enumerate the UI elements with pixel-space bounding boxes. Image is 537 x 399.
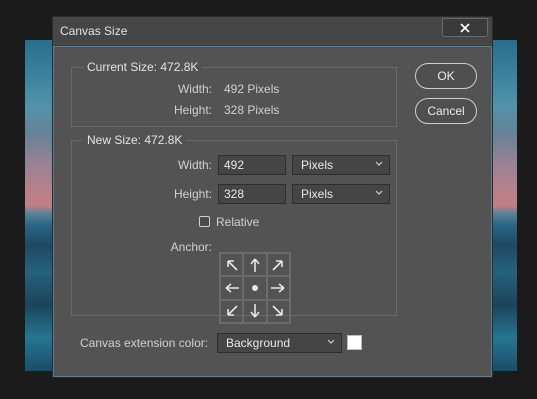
current-size-legend: Current Size: 472.8K	[83, 60, 203, 74]
chevron-down-icon	[375, 161, 383, 166]
current-width-label: Width:	[177, 82, 212, 96]
ok-button[interactable]: OK	[415, 63, 477, 89]
arrow-down-left-icon	[226, 305, 238, 317]
height-unit-select[interactable]: Pixels	[292, 184, 390, 204]
anchor-grid	[219, 252, 291, 324]
relative-label[interactable]: Relative	[216, 215, 259, 229]
close-button[interactable]	[442, 18, 488, 37]
current-width-value: 492 Pixels	[224, 82, 280, 96]
relative-checkbox[interactable]	[199, 216, 210, 227]
current-size-group: Current Size: 472.8K Width: 492 Pixels H…	[71, 60, 397, 127]
dialog-content: Current Size: 472.8K Width: 492 Pixels H…	[53, 45, 492, 377]
cancel-button[interactable]: Cancel	[415, 98, 477, 124]
extension-color-swatch[interactable]	[347, 335, 362, 350]
extension-color-label: Canvas extension color:	[80, 336, 209, 350]
dialog-title: Canvas Size	[60, 24, 128, 38]
arrow-up-icon	[250, 258, 260, 272]
current-height-label: Height:	[173, 103, 212, 117]
anchor-center-dot-icon	[251, 284, 258, 291]
dialog-titlebar[interactable]: Canvas Size	[53, 17, 492, 45]
anchor-center[interactable]	[243, 276, 267, 300]
arrow-left-icon	[225, 283, 239, 293]
width-unit-select[interactable]: Pixels	[292, 155, 390, 175]
anchor-right[interactable]	[266, 276, 290, 300]
chevron-down-icon	[375, 190, 383, 195]
new-size-legend: New Size: 472.8K	[83, 133, 187, 147]
height-unit-value: Pixels	[301, 187, 334, 201]
new-height-label: Height:	[173, 187, 212, 201]
height-input[interactable]: 328	[218, 184, 286, 204]
extension-color-select[interactable]: Background	[217, 333, 342, 353]
anchor-left[interactable]	[220, 276, 244, 300]
arrow-right-icon	[271, 283, 285, 293]
arrow-up-right-icon	[272, 259, 284, 271]
anchor-top[interactable]	[243, 253, 267, 277]
extension-color-value: Background	[226, 336, 291, 350]
close-icon	[460, 22, 470, 33]
width-unit-value: Pixels	[301, 158, 334, 172]
anchor-bottom-left[interactable]	[220, 299, 244, 323]
canvas-size-dialog: Canvas Size Current Size: 472.8K Width: …	[52, 16, 493, 378]
arrow-down-right-icon	[272, 305, 284, 317]
anchor-bottom-right[interactable]	[266, 299, 290, 323]
anchor-bottom[interactable]	[243, 299, 267, 323]
anchor-top-left[interactable]	[220, 253, 244, 277]
chevron-down-icon	[327, 339, 335, 344]
new-width-label: Width:	[177, 158, 212, 172]
current-height-value: 328 Pixels	[224, 103, 280, 117]
width-input[interactable]: 492	[218, 155, 286, 175]
anchor-label: Anchor:	[170, 240, 212, 254]
anchor-top-right[interactable]	[266, 253, 290, 277]
arrow-up-left-icon	[226, 259, 238, 271]
arrow-down-icon	[250, 304, 260, 318]
